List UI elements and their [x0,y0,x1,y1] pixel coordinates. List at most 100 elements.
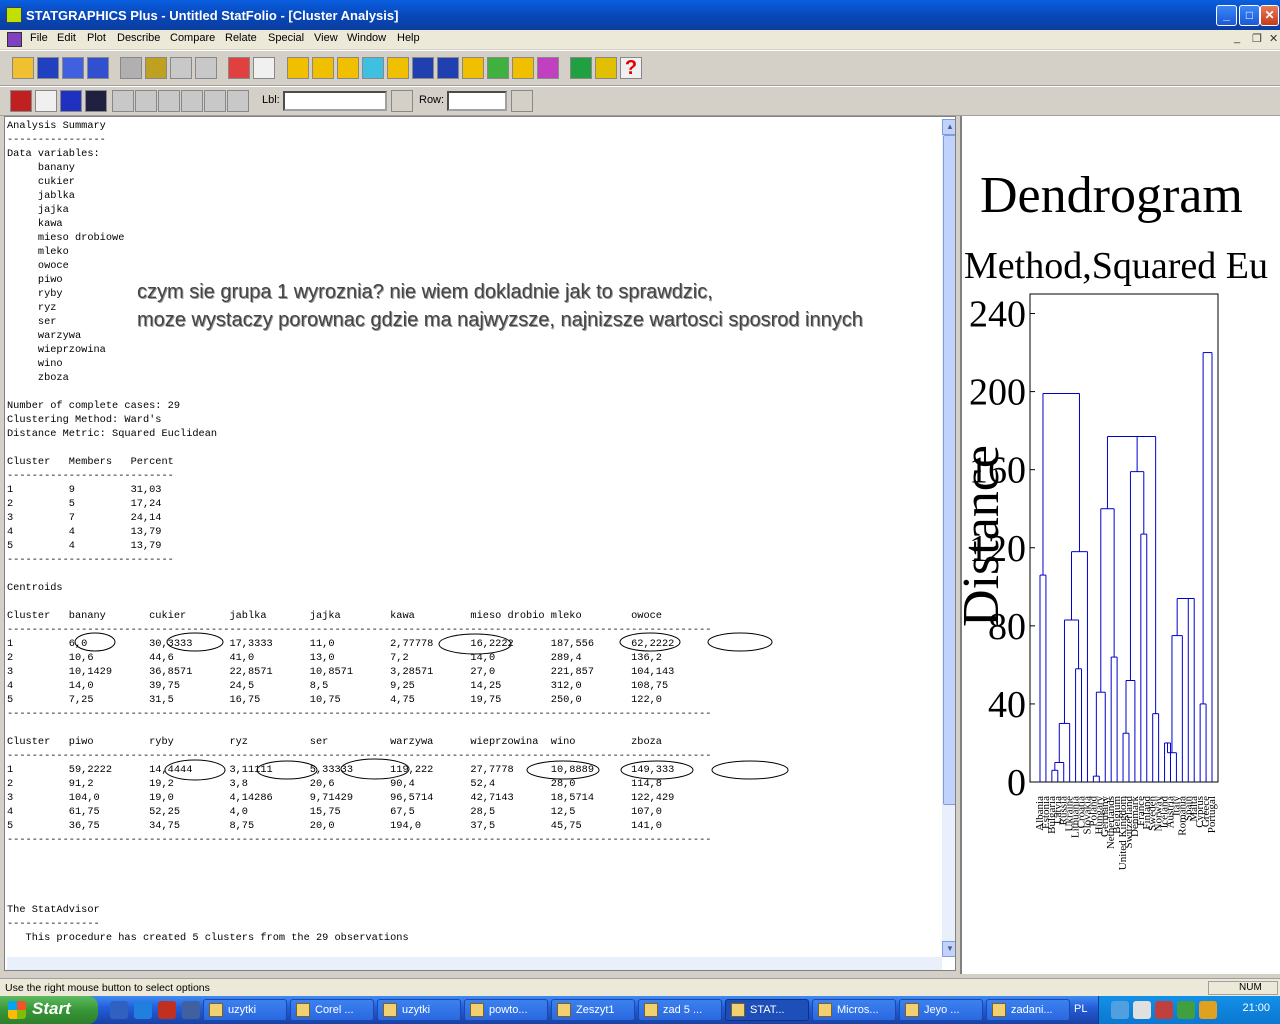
copy-icon[interactable] [145,57,167,79]
internet-explorer-icon[interactable] [134,1001,152,1019]
task-microsoft[interactable]: Micros... [812,999,896,1021]
app-icon[interactable] [6,7,22,23]
clock: 21:00 [1242,1002,1270,1014]
tray-device-icon[interactable] [1133,1001,1151,1019]
analysis-summary-pane[interactable]: Analysis Summary ---------------- Data var… [4,116,956,971]
bar-chart-icon[interactable] [337,57,359,79]
vertical-scrollbar[interactable]: ▲ ▼ [942,119,955,957]
task-uzytki-1[interactable]: uzytki [203,999,287,1021]
task-uzytki-2[interactable]: uzytki [377,999,461,1021]
tray-security-icon[interactable] [1155,1001,1173,1019]
menu-plot[interactable]: Plot [87,32,106,44]
scroll-down-icon[interactable]: ▼ [942,941,955,957]
horizontal-scrollbar[interactable] [7,957,942,970]
scroll-up-icon[interactable]: ▲ [942,119,955,135]
task-label: uzytki [402,1004,431,1016]
task-label: powto... [489,1004,528,1016]
control-chart-icon[interactable] [512,57,534,79]
find-label-icon[interactable] [391,90,413,112]
dendrogram-pane[interactable]: Dendrogram Method,Squared Eu 0 40 80 120 160… [960,116,1280,974]
tray-arrow-icon[interactable] [1111,1001,1129,1019]
document-icon[interactable] [7,32,22,47]
tray-volume-icon[interactable] [1199,1001,1217,1019]
task-corel[interactable]: Corel ... [290,999,374,1021]
disabled-tool-5-icon[interactable] [204,90,226,112]
trend-icon[interactable] [462,57,484,79]
mdi-close-icon[interactable]: ✕ [1269,32,1278,45]
print-icon[interactable] [228,57,250,79]
close-button[interactable]: ✕ [1260,5,1279,26]
mdi-restore-icon[interactable]: ❐ [1252,32,1262,45]
save-results-icon[interactable] [85,90,107,112]
menu-edit[interactable]: Edit [57,32,76,44]
menu-special[interactable]: Special [268,32,304,44]
regression-icon[interactable] [387,57,409,79]
annotation-circle [256,760,318,780]
menu-compare[interactable]: Compare [170,32,215,44]
disabled-tool-2-icon[interactable] [135,90,157,112]
datasheet-icon[interactable] [62,57,84,79]
start-button[interactable]: Start [0,996,98,1024]
undo-icon[interactable] [195,57,217,79]
overlay-note-line2: moze wystaczy porownac gdzie ma najwyzsz… [137,309,863,331]
describe-icon[interactable] [287,57,309,79]
task-statgraphics[interactable]: STAT... [725,999,809,1021]
input-dialog-icon[interactable] [10,90,32,112]
help-icon[interactable]: ? [620,57,642,79]
scatter-icon[interactable] [362,57,384,79]
task-powto[interactable]: powto... [464,999,548,1021]
excel-icon [644,1003,658,1017]
mdi-minimize-icon[interactable]: _ [1234,32,1240,44]
y-tick-label: 0 [1007,762,1026,804]
menu-window[interactable]: Window [347,32,386,44]
globe-icon[interactable] [487,57,509,79]
quicklaunch-expand-icon[interactable] [182,1001,200,1019]
glm-icon[interactable] [537,57,559,79]
task-jeyo[interactable]: Jeyo ... [899,999,983,1021]
tabular-options-icon[interactable] [35,90,57,112]
save-data-icon[interactable] [87,57,109,79]
annotation-circle [340,758,410,780]
show-desktop-icon[interactable] [110,1001,128,1019]
open-folder-icon[interactable] [12,57,34,79]
scroll-thumb[interactable] [943,135,955,805]
maximize-button[interactable]: □ [1239,5,1260,26]
menu-describe[interactable]: Describe [117,32,160,44]
annotation-circle [438,633,512,655]
minimize-button[interactable]: _ [1216,5,1237,26]
menu-help[interactable]: Help [397,32,420,44]
y-tick-label: 200 [969,372,1026,414]
opera-icon[interactable] [158,1001,176,1019]
main-toolbar: ? [0,50,1280,86]
compare-icon[interactable] [312,57,334,79]
disabled-tool-6-icon[interactable] [227,90,249,112]
find-row-icon[interactable] [511,90,533,112]
label-input[interactable] [283,91,387,111]
task-zad5[interactable]: zad 5 ... [638,999,722,1021]
folder-icon [209,1003,223,1017]
disabled-tool-4-icon[interactable] [181,90,203,112]
menu-relate[interactable]: Relate [225,32,257,44]
print-preview-icon[interactable] [253,57,275,79]
statadvisor-icon[interactable] [570,57,592,79]
language-indicator[interactable]: PL [1074,1003,1087,1015]
excel-icon [557,1003,571,1017]
annotation-circle [619,632,681,652]
disabled-tool-1-icon[interactable] [112,90,134,112]
annotation-circle [166,632,224,652]
menu-view[interactable]: View [314,32,338,44]
distribution-icon[interactable] [437,57,459,79]
task-zeszyt1[interactable]: Zeszyt1 [551,999,635,1021]
save-icon[interactable] [37,57,59,79]
word-icon [470,1003,484,1017]
menu-file[interactable]: File [30,32,48,44]
disabled-tool-3-icon[interactable] [158,90,180,112]
graphical-options-icon[interactable] [60,90,82,112]
cut-icon[interactable] [120,57,142,79]
tray-network-icon[interactable] [1177,1001,1195,1019]
paste-icon[interactable] [170,57,192,79]
task-zadani[interactable]: zadani... [986,999,1070,1021]
time-series-icon[interactable] [412,57,434,79]
row-input[interactable] [447,91,507,111]
wizard-icon[interactable] [595,57,617,79]
